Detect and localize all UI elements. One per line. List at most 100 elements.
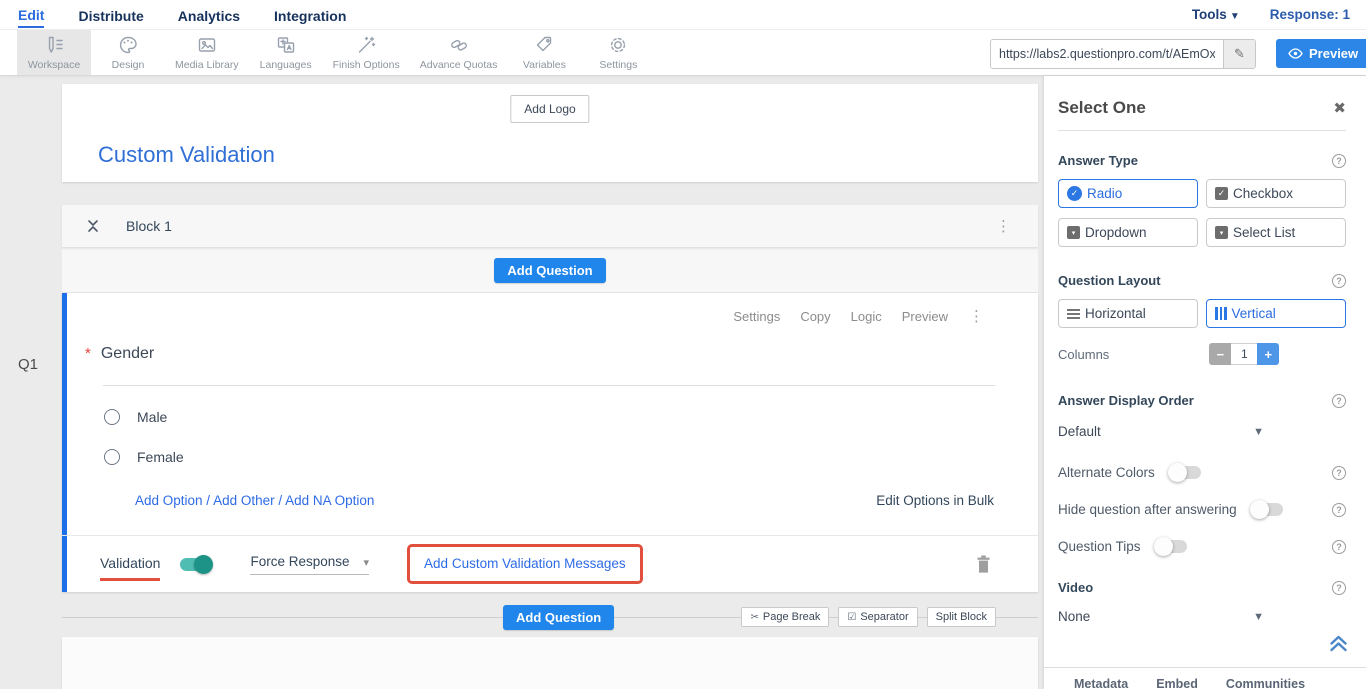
radio-check-icon: ✓: [1067, 186, 1082, 201]
top-nav: Edit Distribute Analytics Integration To…: [0, 0, 1366, 30]
add-logo-button[interactable]: Add Logo: [510, 95, 589, 123]
layout-horizontal[interactable]: Horizontal: [1058, 299, 1198, 328]
required-asterisk: *: [85, 345, 91, 362]
nav-tab-analytics[interactable]: Analytics: [178, 3, 240, 27]
toolbar-item-variables[interactable]: Variables: [507, 30, 581, 75]
nav-tab-distribute[interactable]: Distribute: [78, 3, 143, 27]
separator-button[interactable]: ☑Separator: [838, 607, 917, 627]
answer-display-order-dropdown[interactable]: Default ▼: [1058, 424, 1264, 439]
hide-question-toggle[interactable]: [1253, 503, 1283, 516]
help-icon[interactable]: ?: [1332, 154, 1346, 168]
toolbar-item-design[interactable]: Design: [91, 30, 165, 75]
help-icon[interactable]: ?: [1332, 540, 1346, 554]
validation-row: Validation Force Response▾ Add Custom Va…: [62, 535, 1038, 592]
question-logic-link[interactable]: Logic: [851, 309, 882, 324]
force-response-dropdown[interactable]: Force Response▾: [250, 554, 369, 575]
question-tips-row: Question Tips ?: [1058, 539, 1346, 554]
answer-display-order-label: Answer Display Order: [1058, 393, 1194, 408]
caret-down-icon: ▾: [364, 557, 370, 569]
toolbar-item-media-library[interactable]: Media Library: [165, 30, 249, 75]
add-other-link[interactable]: Add Other: [213, 493, 275, 508]
columns-value[interactable]: 1: [1231, 343, 1257, 365]
panel-bottom-tabs: Metadata Embed Communities: [1044, 667, 1366, 689]
add-question-button-bottom[interactable]: Add Question: [503, 605, 614, 630]
question-text[interactable]: Gender: [101, 345, 154, 363]
hide-question-label: Hide question after answering: [1058, 502, 1237, 517]
radio-icon[interactable]: [104, 409, 120, 425]
block-menu-dots-icon[interactable]: ⋮: [996, 217, 1012, 235]
tab-communities[interactable]: Communities: [1226, 677, 1305, 689]
question-layout-options: Horizontal Vertical: [1058, 299, 1346, 328]
toolbar-item-settings[interactable]: Settings: [581, 30, 655, 75]
question-tips-label: Question Tips: [1058, 539, 1141, 554]
preview-button[interactable]: Preview: [1276, 39, 1366, 68]
edit-options-in-bulk-link[interactable]: Edit Options in Bulk: [876, 493, 994, 508]
palette-icon: [117, 34, 139, 56]
answer-type-dropdown[interactable]: ▾Dropdown: [1058, 218, 1198, 247]
split-block-button[interactable]: Split Block: [927, 607, 996, 627]
response-count-link[interactable]: Response: 1: [1270, 7, 1350, 22]
video-label: Video: [1058, 580, 1093, 595]
block-tools: ✂Page Break ☑Separator Split Block: [741, 607, 996, 627]
columns-label: Columns: [1058, 347, 1109, 362]
toolbar-item-workspace[interactable]: Workspace: [17, 30, 91, 75]
help-icon[interactable]: ?: [1332, 581, 1346, 595]
question-text-row: * Gender: [85, 345, 154, 363]
question-preview-link[interactable]: Preview: [902, 309, 948, 324]
image-icon: [196, 34, 218, 56]
scroll-to-top-icon[interactable]: [1329, 635, 1348, 657]
dropdown-icon: ▾: [1067, 226, 1080, 239]
toolbar-item-finish-options[interactable]: Finish Options: [323, 30, 410, 75]
columns-increment-button[interactable]: +: [1257, 343, 1279, 365]
tools-dropdown[interactable]: Tools▼: [1192, 7, 1240, 22]
translate-icon: [275, 34, 297, 56]
collapse-block-icon[interactable]: [86, 218, 100, 234]
question-card: Settings Copy Logic Preview ⋮ * Gender M…: [62, 293, 1038, 592]
question-tips-toggle[interactable]: [1157, 540, 1187, 553]
top-nav-items: Edit Distribute Analytics Integration: [0, 0, 346, 29]
block-header: Block 1 ⋮: [62, 205, 1038, 248]
answer-type-radio[interactable]: ✓Radio: [1058, 179, 1198, 208]
caret-down-icon: ▼: [1253, 611, 1264, 623]
tab-metadata[interactable]: Metadata: [1074, 677, 1128, 689]
help-icon[interactable]: ?: [1332, 503, 1346, 517]
radio-icon[interactable]: [104, 449, 120, 465]
question-menu-dots-icon[interactable]: ⋮: [969, 307, 984, 325]
video-dropdown[interactable]: None ▼: [1058, 609, 1264, 624]
nav-tab-integration[interactable]: Integration: [274, 3, 346, 27]
option-links: Add Option / Add Other / Add NA Option: [135, 493, 374, 508]
toolbar-item-advance-quotas[interactable]: Advance Quotas: [410, 30, 508, 75]
validation-toggle[interactable]: [180, 558, 210, 571]
add-na-option-link[interactable]: Add NA Option: [285, 493, 374, 508]
question-settings-panel: Select One ✖ Answer Type ? ✓Radio ✓Check…: [1044, 76, 1366, 689]
help-icon[interactable]: ?: [1332, 466, 1346, 480]
annotation-highlight-box: Add Custom Validation Messages: [407, 544, 643, 584]
survey-title[interactable]: Custom Validation: [98, 142, 275, 168]
survey-url-input[interactable]: [991, 40, 1223, 68]
answer-type-select-list[interactable]: ▾Select List: [1206, 218, 1346, 247]
add-custom-validation-messages-link[interactable]: Add Custom Validation Messages: [424, 556, 626, 571]
toolbar-item-languages[interactable]: Languages: [249, 30, 323, 75]
pencil-icon: ✎: [1234, 46, 1245, 62]
block-title[interactable]: Block 1: [126, 218, 172, 234]
help-icon[interactable]: ?: [1332, 274, 1346, 288]
help-icon[interactable]: ?: [1332, 394, 1346, 408]
add-option-link[interactable]: Add Option: [135, 493, 203, 508]
layout-vertical[interactable]: Vertical: [1206, 299, 1346, 328]
columns-decrement-button[interactable]: −: [1209, 343, 1231, 365]
add-question-strip: Add Question: [62, 248, 1038, 293]
add-question-button-top[interactable]: Add Question: [494, 258, 605, 283]
alternate-colors-toggle[interactable]: [1171, 466, 1201, 479]
answer-option-female[interactable]: Female: [104, 449, 184, 465]
answer-type-checkbox[interactable]: ✓Checkbox: [1206, 179, 1346, 208]
chain-links-icon: [448, 34, 470, 56]
tab-embed[interactable]: Embed: [1156, 677, 1198, 689]
question-settings-link[interactable]: Settings: [733, 309, 780, 324]
edit-url-button[interactable]: ✎: [1223, 40, 1255, 68]
nav-tab-edit[interactable]: Edit: [18, 2, 44, 28]
close-panel-icon[interactable]: ✖: [1333, 99, 1346, 117]
page-break-button[interactable]: ✂Page Break: [741, 607, 829, 627]
answer-option-male[interactable]: Male: [104, 409, 167, 425]
delete-question-trash-icon[interactable]: [975, 554, 992, 574]
question-copy-link[interactable]: Copy: [800, 309, 830, 324]
